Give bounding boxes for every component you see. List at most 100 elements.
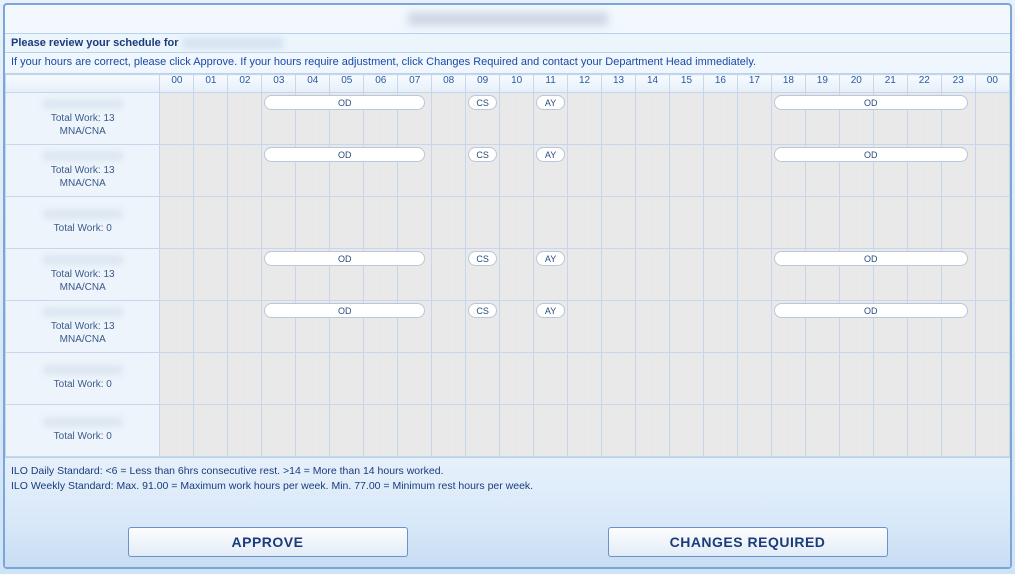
schedule-row: Total Work: 0 [6,405,1010,457]
hour-cell [975,301,1009,353]
hour-cell [228,353,262,405]
hour-cell [364,353,398,405]
hour-cell [364,197,398,249]
hour-cell [839,353,873,405]
schedule-band-cs[interactable]: CS [468,147,497,162]
employee-name-redacted [43,365,123,375]
hour-header-14: 14 [636,75,670,93]
hour-cell [194,93,228,145]
hour-cell [703,93,737,145]
hour-cell [228,405,262,457]
hour-cell: OD [262,145,296,197]
schedule-row: Total Work: 13MNA/CNA OD CS AY OD [6,93,1010,145]
hour-header-row: 0001020304050607080910111213141516171819… [6,75,1010,93]
hour-cell [160,145,194,197]
hour-cell [669,405,703,457]
hour-cell [466,197,500,249]
row-label-cell: Total Work: 13MNA/CNA [6,249,160,301]
row-total-label: Total Work: 0 [10,379,155,392]
hour-cell [500,93,534,145]
row-total-label: Total Work: 13 [10,269,155,282]
hour-cell [534,353,568,405]
schedule-band-od[interactable]: OD [264,251,425,266]
schedule-band-od[interactable]: OD [774,303,968,318]
hour-cell [432,301,466,353]
schedule-band-ay[interactable]: AY [536,95,565,110]
hour-header-10: 10 [500,75,534,93]
hour-cell [160,301,194,353]
hour-cell [941,405,975,457]
hour-cell [160,249,194,301]
schedule-band-od[interactable]: OD [264,147,425,162]
hour-cell [703,197,737,249]
hour-cell [873,353,907,405]
hour-cell [602,197,636,249]
instruction-text: If your hours are correct, please click … [5,53,1010,74]
hour-cell [602,405,636,457]
hour-cell [160,405,194,457]
schedule-band-ay[interactable]: AY [536,147,565,162]
hour-cell [669,93,703,145]
review-prompt-text: Please review your schedule for [11,37,179,49]
hour-cell [771,405,805,457]
hour-cell: OD [771,145,805,197]
row-total-label: Total Work: 13 [10,113,155,126]
hour-cell [703,353,737,405]
hour-cell [907,197,941,249]
hour-header-02: 02 [228,75,262,93]
hour-cell: OD [262,301,296,353]
schedule-band-od[interactable]: OD [264,95,425,110]
hour-cell [432,93,466,145]
hour-cell [703,405,737,457]
row-label-cell: Total Work: 13MNA/CNA [6,93,160,145]
hour-cell [160,353,194,405]
hour-cell [228,93,262,145]
hour-cell [228,301,262,353]
hour-cell [262,197,296,249]
hour-cell [805,405,839,457]
schedule-band-od[interactable]: OD [774,147,968,162]
hour-header-23: 23 [941,75,975,93]
schedule-band-ay[interactable]: AY [536,251,565,266]
schedule-band-od[interactable]: OD [774,95,968,110]
row-total-label: Total Work: 13 [10,165,155,178]
schedule-band-cs[interactable]: CS [468,303,497,318]
hour-cell [568,301,602,353]
schedule-band-ay[interactable]: AY [536,303,565,318]
hour-header-15: 15 [669,75,703,93]
hour-cell [975,145,1009,197]
hour-cell: CS [466,93,500,145]
hour-cell [194,353,228,405]
hour-cell [194,145,228,197]
hour-cell: CS [466,145,500,197]
hour-cell [296,353,330,405]
schedule-band-cs[interactable]: CS [468,251,497,266]
changes-required-button[interactable]: CHANGES REQUIRED [608,527,888,557]
hour-cell [466,405,500,457]
hour-cell [975,249,1009,301]
hour-cell [907,353,941,405]
row-label-cell: Total Work: 0 [6,405,160,457]
approve-button[interactable]: APPROVE [128,527,408,557]
hour-cell [703,249,737,301]
hour-cell [330,353,364,405]
row-label-cell: Total Work: 13MNA/CNA [6,301,160,353]
hour-cell [669,301,703,353]
hour-cell [636,197,670,249]
hour-cell [636,301,670,353]
row-sub-label: MNA/CNA [10,282,155,295]
hour-cell [907,405,941,457]
schedule-band-cs[interactable]: CS [468,95,497,110]
employee-name-redacted [43,417,123,427]
hour-cell [669,197,703,249]
hour-header-21: 21 [873,75,907,93]
hour-cell [602,93,636,145]
schedule-band-od[interactable]: OD [264,303,425,318]
schedule-row: Total Work: 0 [6,353,1010,405]
hour-cell: OD [771,249,805,301]
row-sub-label: MNA/CNA [10,178,155,191]
hour-cell [568,197,602,249]
hour-cell: AY [534,145,568,197]
schedule-band-od[interactable]: OD [774,251,968,266]
schedule-row: Total Work: 13MNA/CNA OD CS AY OD [6,145,1010,197]
